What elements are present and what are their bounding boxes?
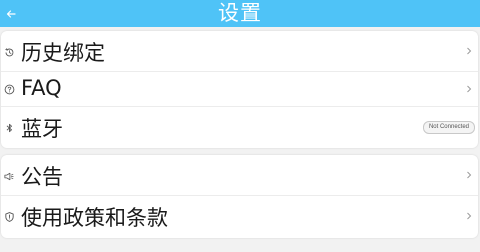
settings-item-label: 公告	[21, 165, 63, 189]
shield-icon	[3, 211, 15, 223]
history-icon	[3, 46, 15, 58]
top-bar: 设置	[0, 0, 480, 27]
settings-item-announcements[interactable]: 公告	[1, 155, 478, 196]
help-circle-icon	[3, 83, 15, 95]
bluetooth-icon	[3, 122, 15, 134]
chevron-right-icon	[465, 171, 473, 179]
status-badge: Not Connected	[422, 121, 475, 134]
megaphone-icon	[3, 170, 15, 182]
settings-item-history-binding[interactable]: 历史绑定	[1, 31, 478, 72]
chevron-right-icon	[465, 47, 473, 55]
page-title: 设置	[218, 1, 262, 25]
chevron-right-icon	[465, 212, 473, 220]
settings-item-policy-and-terms[interactable]: 使用政策和条款	[1, 196, 478, 238]
settings-item-label: FAQ	[21, 76, 62, 100]
settings-item-label: 蓝牙	[21, 117, 63, 141]
settings-item-label: 使用政策和条款	[21, 206, 168, 230]
settings-card-2: 公告 使用政策和条款	[1, 155, 478, 238]
chevron-right-icon	[465, 85, 473, 93]
settings-item-label: 历史绑定	[21, 41, 105, 65]
settings-item-faq[interactable]: FAQ	[1, 72, 478, 107]
settings-card-1: 历史绑定 FAQ 蓝牙 Not Connected	[1, 31, 478, 148]
settings-item-bluetooth[interactable]: 蓝牙 Not Connected	[1, 107, 478, 148]
